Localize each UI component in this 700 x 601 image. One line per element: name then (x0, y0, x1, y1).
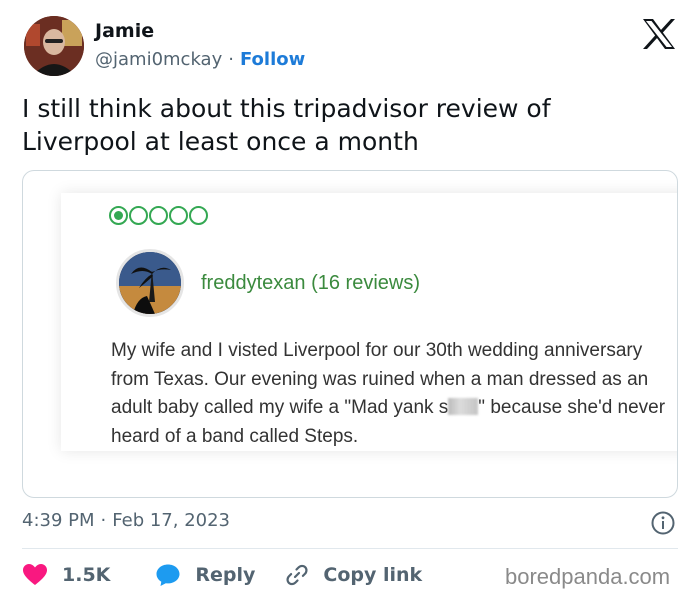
rating-bubble-empty (169, 206, 188, 225)
tweet-date: Feb 17, 2023 (112, 510, 231, 531)
reviewer-name: freddytexan (16 reviews) (201, 272, 420, 294)
action-bar: 1.5K Reply Copy link (22, 560, 422, 590)
like-count: 1.5K (62, 564, 111, 586)
like-button[interactable]: 1.5K (22, 563, 110, 587)
tweet-media[interactable]: freddytexan (16 reviews) My wife and I v… (22, 170, 678, 498)
watermark: boredpanda.com (505, 564, 671, 589)
author-handle-line: @jami0mckay · Follow (95, 49, 305, 70)
reply-label: Reply (195, 564, 256, 586)
heart-icon (23, 564, 47, 585)
link-icon (286, 564, 308, 586)
review-text: My wife and I visted Liverpool for our 3… (111, 337, 671, 451)
rating-bubble-empty (149, 206, 168, 225)
x-logo-icon[interactable] (641, 18, 677, 50)
reply-button[interactable]: Reply (155, 563, 255, 587)
separator: · (100, 510, 107, 531)
copy-link-button[interactable]: Copy link (285, 563, 422, 587)
divider (22, 548, 678, 549)
author-name[interactable]: Jamie (95, 20, 154, 42)
author-handle[interactable]: @jami0mckay (95, 49, 222, 70)
follow-button[interactable]: Follow (240, 49, 305, 70)
tweet-timestamp[interactable]: 4:39 PM · Feb 17, 2023 (22, 510, 230, 531)
rating-bubble-empty (129, 206, 148, 225)
separator: · (228, 49, 234, 70)
reviewer-avatar (116, 249, 184, 317)
info-icon[interactable] (650, 510, 676, 536)
author-avatar[interactable] (24, 16, 84, 76)
rating-bubbles (109, 206, 208, 225)
censor-blur (448, 398, 479, 415)
review-card: freddytexan (16 reviews) My wife and I v… (61, 193, 677, 451)
copy-link-label: Copy link (323, 564, 423, 586)
speech-bubble-icon (156, 564, 180, 586)
rating-bubble-filled (109, 206, 128, 225)
tweet-time: 4:39 PM (22, 510, 95, 531)
rating-bubble-empty (189, 206, 208, 225)
tweet-text: I still think about this tripadvisor rev… (22, 94, 551, 156)
